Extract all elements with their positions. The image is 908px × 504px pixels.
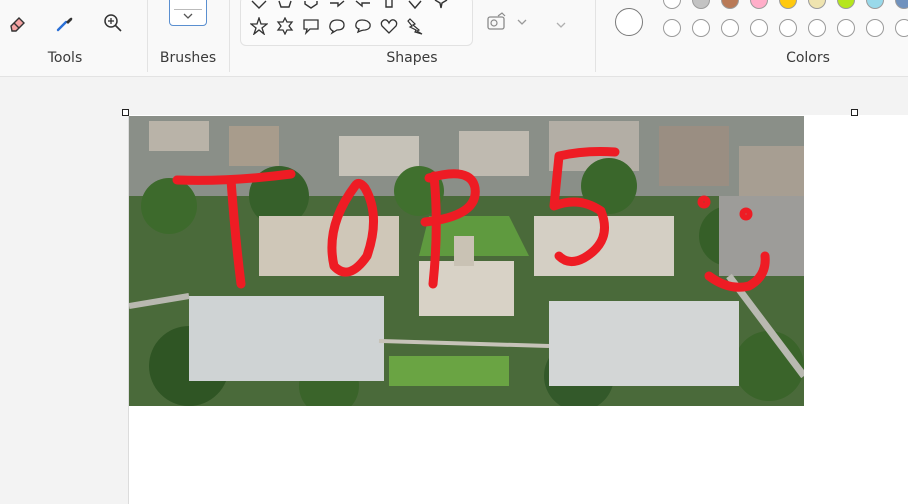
color-swatch[interactable] <box>692 0 710 9</box>
chevron-down-icon <box>183 13 193 19</box>
shapes-gallery <box>240 0 473 46</box>
color-swatch[interactable] <box>895 19 908 37</box>
color-swatch[interactable] <box>663 0 681 9</box>
left-arrow-shape-icon[interactable] <box>354 0 372 15</box>
ribbon: Tools Brushes Shapes Colors <box>0 0 908 77</box>
rect-callout-shape-icon[interactable] <box>302 17 320 35</box>
six-point-star-shape-icon[interactable] <box>276 17 294 35</box>
ribbon-separator <box>229 0 230 72</box>
up-arrow-shape-icon[interactable] <box>380 0 398 15</box>
color-swatch[interactable] <box>837 19 855 37</box>
canvas-resize-handle-top-right[interactable] <box>851 109 858 116</box>
right-arrow-shape-icon[interactable] <box>328 0 346 15</box>
color-swatch[interactable] <box>779 19 797 37</box>
canvas-resize-handle-top-left[interactable] <box>122 109 129 116</box>
lightning-shape-icon[interactable] <box>406 17 424 35</box>
color-picker-icon <box>56 17 73 32</box>
ribbon-separator <box>147 0 148 72</box>
down-arrow-shape-icon[interactable] <box>406 0 424 15</box>
tools-group-label: Tools <box>47 50 83 66</box>
color-swatch[interactable] <box>721 19 739 37</box>
eraser-button[interactable] <box>0 6 34 40</box>
oval-callout-shape-icon[interactable] <box>328 17 346 35</box>
color-swatch[interactable] <box>895 0 908 9</box>
shapes-group-label: Shapes <box>386 50 438 66</box>
heart-shape-icon[interactable] <box>380 17 398 35</box>
shape-fill-button[interactable] <box>486 10 546 36</box>
pentagon-shape-icon[interactable] <box>276 0 294 15</box>
color-swatch[interactable] <box>721 0 739 9</box>
brushes-button[interactable] <box>169 0 207 26</box>
cloud-callout-shape-icon[interactable] <box>354 17 372 35</box>
color-swatch[interactable] <box>808 19 826 37</box>
magnifier-icon <box>104 14 122 32</box>
eraser-icon <box>10 17 25 32</box>
selected-color[interactable] <box>615 8 643 36</box>
color-swatch[interactable] <box>866 19 884 37</box>
colors-group-label: Colors <box>786 50 830 66</box>
four-point-star-shape-icon[interactable] <box>432 0 450 15</box>
color-swatch[interactable] <box>692 19 710 37</box>
color-swatch[interactable] <box>779 0 797 9</box>
drawn-top5-strokes <box>172 147 770 292</box>
color-picker-button[interactable] <box>48 6 82 40</box>
color-swatch[interactable] <box>750 0 768 9</box>
chevron-down-icon <box>517 19 527 25</box>
five-point-star-shape-icon[interactable] <box>250 17 268 35</box>
campus-aerial-photo <box>129 116 804 406</box>
color-swatch[interactable] <box>808 0 826 9</box>
brush-underline <box>174 9 202 10</box>
color-swatch[interactable] <box>663 19 681 37</box>
shape-outline-button[interactable] <box>556 14 566 33</box>
color-swatch[interactable] <box>837 0 855 9</box>
hexagon-shape-icon[interactable] <box>302 0 320 15</box>
brushes-group-label: Brushes <box>159 50 217 66</box>
ribbon-separator <box>595 0 596 72</box>
diamond-shape-icon[interactable] <box>250 0 268 15</box>
chevron-down-icon <box>556 22 566 28</box>
color-swatch[interactable] <box>750 19 768 37</box>
shape-fill-icon <box>487 12 506 30</box>
magnifier-button[interactable] <box>96 6 130 40</box>
color-swatch[interactable] <box>866 0 884 9</box>
